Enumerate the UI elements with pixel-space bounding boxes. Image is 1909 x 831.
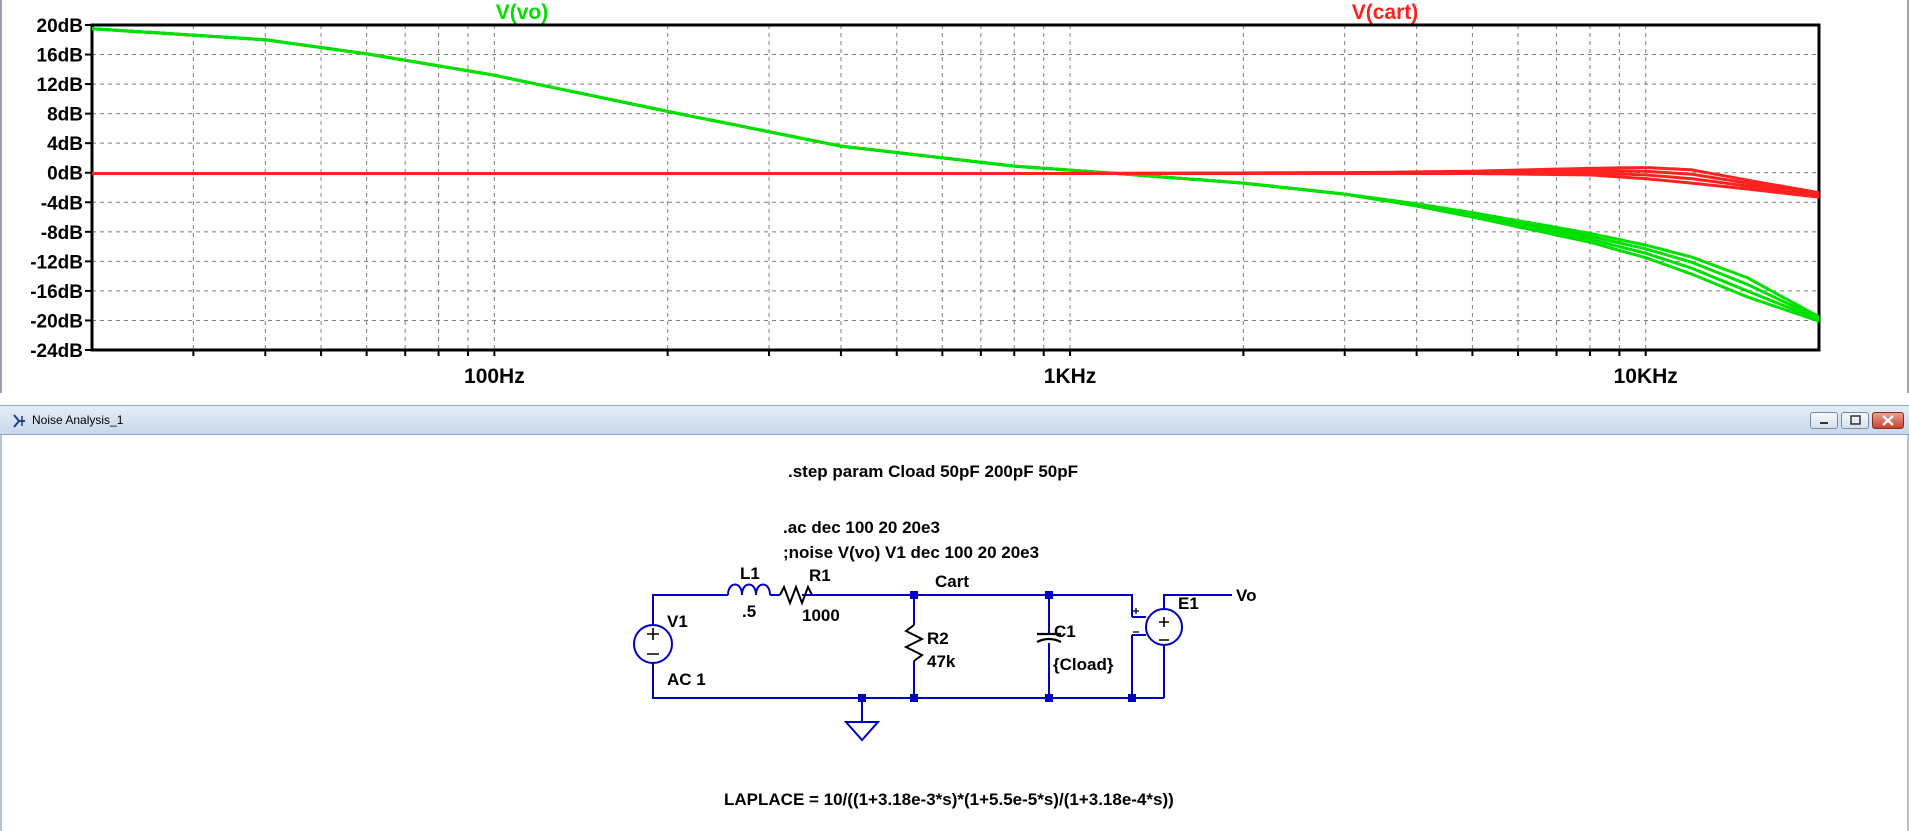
ground-symbol[interactable]: [843, 721, 881, 742]
wire-v1-l1: [652, 594, 728, 625]
trace-label-vvo[interactable]: V(vo): [496, 1, 549, 24]
y-tick-label: -12dB: [30, 252, 83, 273]
y-tick-label: 0dB: [47, 164, 83, 185]
x-tick-label: 1KHz: [1044, 365, 1097, 388]
schematic-icon: [13, 414, 25, 428]
noise-directive[interactable]: ;noise V(vo) V1 dec 100 20 20e3: [783, 543, 1039, 562]
trace-vcart-2: [92, 171, 1820, 198]
l1-inductor[interactable]: [727, 583, 771, 596]
wire-cart-e1: [914, 594, 1133, 617]
e1-source[interactable]: [1132, 608, 1183, 646]
y-axis: 20dB 16dB 12dB 8dB 4dB 0dB -4dB -8dB -12dB -16dB -…: [30, 16, 92, 362]
close-icon: [1882, 415, 1894, 426]
r2-name[interactable]: R2: [927, 629, 949, 648]
y-tick-label: -8dB: [41, 223, 83, 244]
minimize-button[interactable]: [1810, 412, 1838, 429]
c1-value[interactable]: {Cload}: [1053, 655, 1114, 674]
y-tick-label: 4dB: [47, 134, 83, 155]
schematic-window[interactable]: Noise Analysis_1 .step param Cload 50pF …: [0, 405, 1909, 831]
l1-name[interactable]: L1: [740, 564, 760, 583]
y-tick-label: -24dB: [30, 341, 83, 362]
r2-value[interactable]: 47k: [927, 652, 956, 671]
ac-directive[interactable]: .ac dec 100 20 20e3: [783, 518, 940, 537]
trace-label-vcart[interactable]: V(cart): [1352, 1, 1419, 24]
y-tick-label: 16dB: [37, 46, 83, 67]
v1-name[interactable]: V1: [667, 612, 688, 631]
x-axis: 100Hz 1KHz 10KHz: [192, 350, 1678, 388]
net-label-vo[interactable]: Vo: [1236, 586, 1256, 605]
trace-vcart-3: [92, 172, 1820, 199]
y-tick-label: 12dB: [37, 75, 83, 96]
v1-value[interactable]: AC 1: [667, 670, 706, 689]
waveform-plot[interactable]: 20dB 16dB 12dB 8dB 4dB 0dB -4dB -8dB -12dB -16dB -…: [2, 0, 1907, 393]
window-titlebar[interactable]: Noise Analysis_1: [0, 405, 1909, 435]
x-tick-label: 10KHz: [1614, 365, 1678, 388]
waveform-plot-pane[interactable]: 20dB 16dB 12dB 8dB 4dB 0dB -4dB -8dB -12dB -16dB -…: [0, 0, 1909, 393]
plot-frame: [90, 23, 1821, 352]
y-tick-label: -4dB: [41, 193, 83, 214]
trace-layer: [91, 27, 1820, 323]
y-tick-label: 8dB: [47, 105, 83, 126]
x-tick-label: 100Hz: [464, 365, 525, 388]
restore-icon: [1850, 415, 1861, 425]
schematic-drawing[interactable]: .step param Cload 50pF 200pF 50pF .ac de…: [2, 435, 1907, 831]
window-title: Noise Analysis_1: [32, 413, 124, 427]
minimize-icon: [1820, 422, 1828, 424]
maximize-button[interactable]: [1841, 412, 1869, 429]
net-label-cart[interactable]: Cart: [935, 572, 969, 591]
r2-resistor[interactable]: [903, 624, 925, 662]
y-tick-label: 20dB: [37, 16, 83, 37]
c1-name[interactable]: C1: [1054, 622, 1076, 641]
r1-name[interactable]: R1: [809, 566, 831, 585]
laplace-expression[interactable]: LAPLACE = 10/((1+3.18e-3*s)*(1+5.5e-5*s)…: [724, 790, 1174, 809]
y-tick-label: -20dB: [30, 311, 83, 332]
junctions: [858, 591, 1136, 702]
step-directive[interactable]: .step param Cload 50pF 200pF 50pF: [788, 462, 1078, 481]
y-tick-label: -16dB: [30, 282, 83, 303]
close-button[interactable]: [1872, 412, 1904, 429]
l1-value[interactable]: .5: [742, 602, 756, 621]
r1-value[interactable]: 1000: [802, 606, 840, 625]
e1-name[interactable]: E1: [1178, 594, 1199, 613]
plot-grid: [92, 24, 1819, 351]
schematic-canvas[interactable]: .step param Cload 50pF 200pF 50pF .ac de…: [0, 435, 1909, 831]
